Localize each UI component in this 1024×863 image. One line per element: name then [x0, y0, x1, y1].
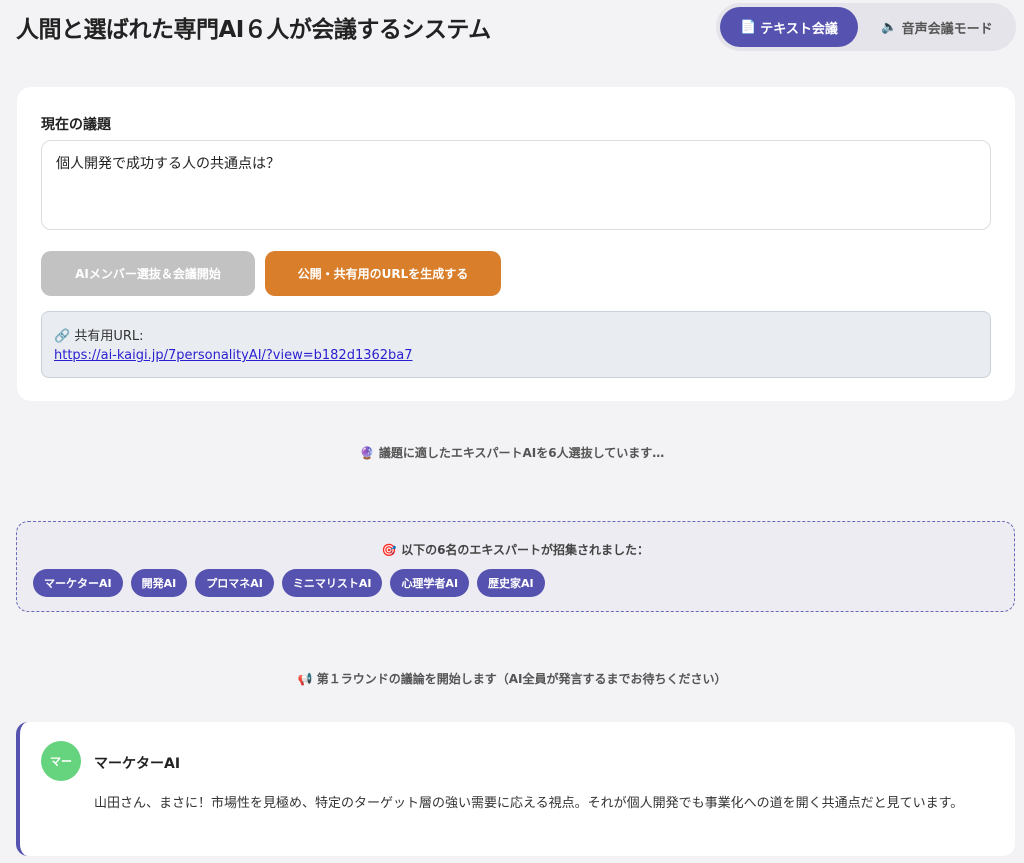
topic-card: 現在の議題 個人開発で成功する人の共通点は？ AIメンバー選抜＆会議開始 公開・…	[17, 87, 1015, 401]
member-chip-psychologist: 心理学者AI	[390, 569, 470, 597]
recruited-members-box: 🎯 以下の6名のエキスパートが招集されました： マーケターAI 開発AI プロマ…	[16, 521, 1015, 612]
mode-toggle: 📄 テキスト会議 🔈 音声会議モード	[716, 3, 1016, 51]
member-chip-pm: プロマネAI	[195, 569, 274, 597]
round-text: 第１ラウンドの議論を開始します（AI全員が発言するまでお待ちください）	[316, 672, 727, 686]
avatar: マー	[41, 741, 81, 781]
text-meeting-tab[interactable]: 📄 テキスト会議	[720, 7, 858, 47]
member-chip-developer: 開発AI	[130, 569, 188, 597]
recruited-title-text: 以下の6名のエキスパートが招集されました：	[401, 543, 650, 557]
topic-input[interactable]: 個人開発で成功する人の共通点は？	[41, 140, 991, 230]
member-chips: マーケターAI 開発AI プロマネAI ミニマリストAI 心理学者AI 歴史家A…	[33, 569, 553, 597]
voice-meeting-tab[interactable]: 🔈 音声会議モード	[862, 7, 1012, 47]
share-url-box: 🔗 共有用URL: https://ai-kaigi.jp/7personali…	[41, 311, 991, 378]
link-icon: 🔗	[54, 329, 71, 344]
member-chip-historian: 歴史家AI	[477, 569, 545, 597]
document-icon: 📄	[740, 19, 757, 35]
message-text: 山田さん、まさに！市場性を見極め、特定のターゲット層の強い需要に応える視点。それ…	[94, 796, 964, 811]
text-meeting-label: テキスト会議	[760, 21, 838, 37]
speaker-name: マーケターAI	[94, 756, 181, 772]
crystal-ball-icon: 🔮	[359, 446, 375, 460]
selecting-text: 議題に適したエキスパートAIを6人選抜しています…	[378, 446, 665, 460]
select-members-start-button[interactable]: AIメンバー選抜＆会議開始	[41, 251, 255, 296]
recruited-title: 🎯 以下の6名のエキスパートが招集されました：	[17, 541, 1014, 558]
member-chip-marketer: マーケターAI	[33, 569, 123, 597]
generate-share-url-button[interactable]: 公開・共有用のURLを生成する	[265, 251, 501, 296]
share-url-label: 共有用URL:	[74, 329, 144, 344]
page-title: 人間と選ばれた専門AI６人が会議するシステム	[16, 17, 491, 43]
round-status: 📢 第１ラウンドの議論を開始します（AI全員が発言するまでお待ちください）	[0, 670, 1024, 687]
speaker-icon: 🔈	[881, 19, 898, 35]
message-card: マー マーケターAI 山田さん、まさに！市場性を見極め、特定のターゲット層の強い…	[16, 722, 1015, 856]
selecting-status: 🔮 議題に適したエキスパートAIを6人選抜しています…	[0, 444, 1024, 461]
voice-meeting-label: 音声会議モード	[901, 21, 993, 37]
member-chip-minimalist: ミニマリストAI	[281, 569, 383, 597]
share-url-link[interactable]: https://ai-kaigi.jp/7personalityAI/?view…	[54, 346, 978, 365]
megaphone-icon: 📢	[297, 672, 313, 686]
target-icon: 🎯	[381, 543, 397, 557]
topic-label: 現在の議題	[41, 117, 111, 133]
